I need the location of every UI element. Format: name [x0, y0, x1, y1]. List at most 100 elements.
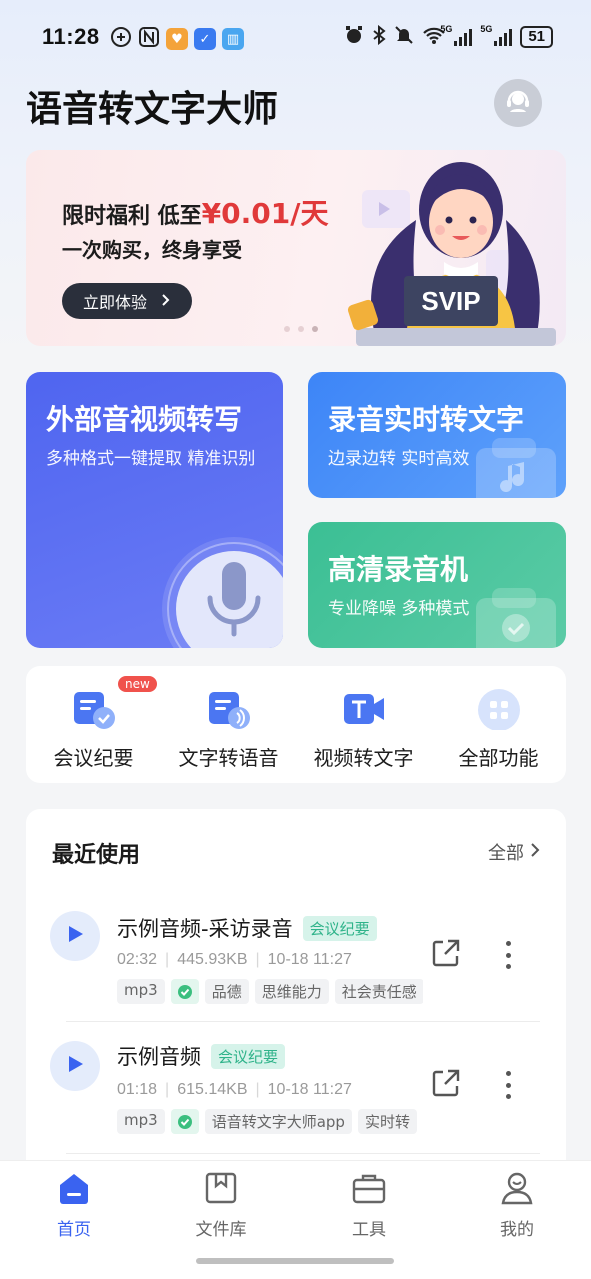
headset-icon: [504, 87, 532, 119]
nav-label: 文件库: [195, 1220, 247, 1240]
keyword-tag: 实时转: [357, 1109, 417, 1134]
recent-item[interactable]: 示例音频 会议纪要 01:18 | 615.14KB | 10-18 11:27 m…: [26, 1023, 566, 1153]
item-size: 615.14KB: [177, 1081, 248, 1098]
realtime-record-card[interactable]: 录音实时转文字 边录边转 实时高效: [308, 372, 566, 498]
tool-label: 文字转语音: [178, 746, 279, 770]
banner-price: ¥0.01/天: [201, 197, 329, 230]
more-dot: [505, 941, 511, 946]
item-tags: mp3 语音转文字大师app 实时转: [117, 1109, 423, 1134]
transcribed-tag: [170, 1109, 199, 1134]
keyword-tag: 语音转文字大师app: [204, 1109, 352, 1134]
folder-icon: [205, 1172, 237, 1204]
meta-separator: |: [165, 951, 170, 968]
pagination-dot: [284, 326, 290, 332]
tool-text-to-speech[interactable]: 文字转语音: [161, 666, 296, 783]
item-duration: 01:18: [117, 1081, 158, 1098]
bluetooth-icon: [372, 24, 386, 49]
more-options-button[interactable]: [498, 939, 518, 971]
promo-banner[interactable]: 限时福利 低至¥0.01/天 一次购买，终身享受 立即体验 SVIP: [26, 150, 566, 346]
nfc-icon: [138, 26, 160, 52]
hd-recorder-card[interactable]: 高清录音机 专业降噪 多种模式: [308, 522, 566, 648]
nav-label: 工具: [352, 1220, 386, 1240]
item-title-row: 示例音频-采访录音 会议纪要: [117, 913, 377, 943]
home-indicator[interactable]: [196, 1258, 394, 1264]
customer-service-button[interactable]: [494, 79, 542, 127]
item-size: 445.93KB: [177, 951, 248, 968]
banner-pagination: [284, 326, 318, 332]
card-subtitle: 专业降噪 多种模式: [328, 599, 470, 619]
meta-separator: |: [165, 1081, 170, 1098]
nav-label: 首页: [57, 1220, 91, 1240]
format-tag: mp3: [117, 1109, 165, 1134]
more-dot: [505, 1094, 511, 1099]
text-to-speech-icon: [208, 692, 250, 729]
tool-label: 视频转文字: [313, 746, 414, 770]
svip-label: SVIP: [421, 286, 480, 316]
share-button[interactable]: [430, 1067, 462, 1099]
battery-indicator: 51: [520, 26, 553, 48]
keyword-tag: 社会责任感: [334, 979, 423, 1004]
play-button[interactable]: [50, 1041, 100, 1091]
alarm-icon: [344, 25, 364, 49]
page-title: 语音转文字大师: [26, 89, 279, 130]
more-options-button[interactable]: [498, 1069, 518, 1101]
nav-label: 我的: [500, 1220, 534, 1240]
nav-home[interactable]: 首页: [24, 1171, 124, 1240]
try-now-label: 立即体验: [82, 293, 147, 312]
category-tag: 会议纪要: [211, 1043, 286, 1069]
new-badge: new: [118, 676, 157, 692]
item-date: 10-18 11:27: [267, 1081, 352, 1098]
item-meta: 02:32 | 445.93KB | 10-18 11:27: [117, 951, 352, 969]
meeting-doc-icon: [73, 692, 115, 729]
share-button[interactable]: [430, 937, 462, 969]
toolbox-icon: [352, 1174, 386, 1204]
card-subtitle: 边录边转 实时高效: [328, 449, 470, 469]
external-transcribe-card[interactable]: 外部音视频转写 多种格式一键提取 精准识别: [26, 372, 283, 648]
divider: [66, 1021, 540, 1022]
item-date: 10-18 11:27: [267, 951, 352, 968]
microphone-icon: [162, 537, 283, 648]
chevron-right-icon: [161, 292, 171, 311]
nav-tools[interactable]: 工具: [319, 1171, 419, 1240]
pagination-dot: [298, 326, 304, 332]
nav-library[interactable]: 文件库: [171, 1171, 271, 1240]
card-subtitle: 多种格式一键提取 精准识别: [46, 449, 256, 469]
more-dot: [505, 1082, 511, 1088]
recent-item[interactable]: 示例音频-采访录音 会议纪要 02:32 | 445.93KB | 10-18 11…: [26, 891, 566, 1021]
transcribed-tag: [170, 979, 199, 1004]
tool-meeting-notes[interactable]: new 会议纪要: [26, 666, 161, 783]
tool-video-to-text[interactable]: 视频转文字: [296, 666, 431, 783]
signal-icon-2: 5G: [480, 24, 513, 46]
grid-apps-icon: [477, 689, 520, 730]
item-name: 示例音频: [117, 1045, 201, 1069]
check-folder-icon: [476, 588, 556, 648]
system-icons: 5G 5G 51: [344, 24, 553, 49]
nav-profile[interactable]: 我的: [467, 1171, 567, 1240]
quick-tools-panel: new 会议纪要 文字转语音 视频转文字 全部功能: [26, 666, 566, 783]
music-folder-icon: [476, 438, 556, 498]
meta-separator: |: [255, 951, 260, 968]
card-title: 高清录音机: [328, 553, 469, 586]
item-duration: 02:32: [117, 951, 158, 968]
try-now-button[interactable]: 立即体验: [62, 283, 192, 319]
more-dot: [505, 952, 511, 958]
recent-panel: 最近使用 全部 示例音频-采访录音 会议纪要 02:32 | 445.93KB | …: [26, 809, 566, 1189]
app-notification-icon: [110, 26, 132, 52]
svip-illustration: SVIP: [347, 162, 556, 346]
meta-separator: |: [255, 1081, 260, 1098]
view-all-link[interactable]: 全部: [488, 839, 540, 865]
keyword-tag: 思维能力: [254, 979, 329, 1004]
play-button[interactable]: [50, 911, 100, 961]
status-bar: 11:28 ♥ ✓ ▥ 5G 5G 51: [0, 0, 591, 76]
banner-headline-prefix: 限时福利 低至: [62, 204, 202, 229]
check-circle-icon: [177, 984, 192, 999]
tool-all-features[interactable]: 全部功能: [431, 666, 566, 783]
item-name: 示例音频-采访录音: [117, 917, 293, 941]
item-tags: mp3 品德 思维能力 社会责任感: [117, 979, 423, 1004]
card-title: 外部音视频转写: [46, 403, 243, 436]
play-icon: [66, 1054, 84, 1078]
view-all-label: 全部: [488, 843, 524, 864]
book-app-icon: ▥: [222, 28, 244, 50]
divider: [66, 1153, 540, 1154]
share-icon: [432, 1069, 460, 1097]
